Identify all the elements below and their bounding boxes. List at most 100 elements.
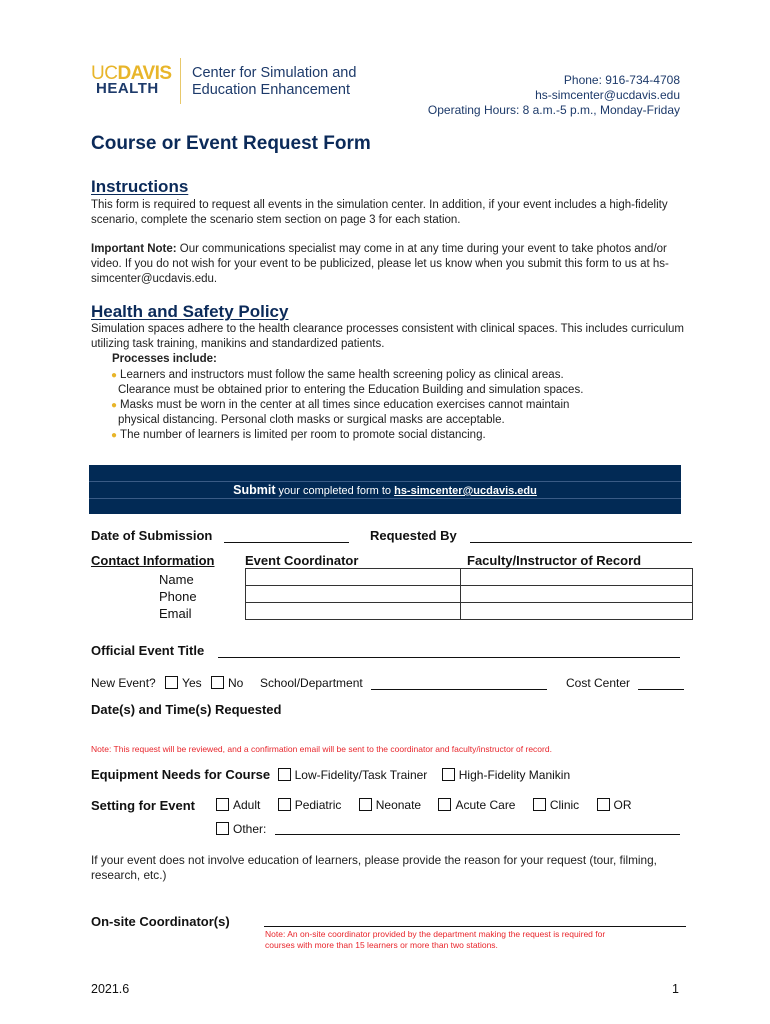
bullet-item: ● Learners and instructors must follow th… <box>111 368 711 383</box>
high-fidelity-label: High-Fidelity Manikin <box>458 768 571 782</box>
new-event-row: New Event? Yes No <box>91 676 243 690</box>
pediatric-label: Pediatric <box>294 798 342 812</box>
instructions-heading: Instructions <box>91 177 189 196</box>
submit-text: your completed form to <box>275 485 395 497</box>
other-checkbox[interactable] <box>216 822 229 835</box>
other-label: Other: <box>233 822 267 836</box>
school-department-field[interactable] <box>371 675 547 690</box>
policy-text: Simulation spaces adhere to the health c… <box>91 323 684 350</box>
requested-by-field[interactable] <box>470 528 692 543</box>
contact-block: Phone: 916-734-4708 hs-simcenter@ucdavis… <box>428 73 680 118</box>
important-note: Important Note: Our communications speci… <box>91 242 691 287</box>
table-row <box>245 585 693 603</box>
instructions-text: This form is required to request all eve… <box>91 199 668 226</box>
setting-label: Setting for Event <box>91 798 196 813</box>
faculty-instructor-label: Faculty/Instructor of Record <box>467 553 642 568</box>
bullet-icon: ● <box>111 370 118 381</box>
other-row: Other: <box>216 822 266 836</box>
equipment-row: Equipment Needs for Course Low-Fidelity/… <box>91 766 570 784</box>
onsite-note: Note: An on-site coordinator provided by… <box>265 929 605 951</box>
date-of-submission-label: Date of Submission <box>91 528 213 543</box>
review-note: Note: This request will be reviewed, and… <box>91 744 552 754</box>
no-label: No <box>227 676 244 690</box>
official-event-title-field[interactable] <box>218 643 680 658</box>
contact-hours: Operating Hours: 8 a.m.-5 p.m., Monday-F… <box>427 103 680 117</box>
or-label: OR <box>613 798 632 812</box>
contact-phone: Phone: 916-734-4708 <box>563 73 680 87</box>
contact-table <box>245 568 693 620</box>
onsite-coordinator-label: On-site Coordinator(s) <box>91 914 230 929</box>
pediatric-checkbox[interactable] <box>277 798 291 811</box>
page-number: 1 <box>672 982 679 996</box>
official-event-title-label: Official Event Title <box>91 643 205 658</box>
acute-care-checkbox[interactable] <box>438 798 452 811</box>
page-title: Course or Event Request Form <box>91 133 371 154</box>
high-fidelity-checkbox[interactable] <box>441 768 455 781</box>
or-checkbox[interactable] <box>596 798 610 811</box>
date-of-submission-field[interactable] <box>224 528 349 543</box>
logo-divider <box>180 58 181 104</box>
bullet-icon: ● <box>111 400 118 411</box>
faculty-phone-cell[interactable] <box>460 585 693 603</box>
clinic-checkbox[interactable] <box>532 798 546 811</box>
processes-label: Processes include: <box>112 353 217 365</box>
contact-email[interactable]: hs-simcenter@ucdavis.edu <box>428 88 680 103</box>
bullet-text: The number of learners is limited per ro… <box>120 429 486 441</box>
bullet-text: Masks must be worn in the center at all … <box>120 399 570 411</box>
center-name-line1: Center for Simulation and <box>192 65 357 81</box>
low-fidelity-label: Low-Fidelity/Task Trainer <box>294 768 428 782</box>
table-row <box>245 568 693 586</box>
bullet-item: ● Masks must be worn in the center at all… <box>111 398 711 413</box>
dates-times-label: Date(s) and Time(s) Requested <box>91 702 282 717</box>
school-department-label: School/Department <box>260 676 363 690</box>
table-row <box>245 602 693 620</box>
row-label-name: Name <box>159 572 194 587</box>
onsite-note-line1: Note: An on-site coordinator provided by… <box>265 929 606 939</box>
neonate-label: Neonate <box>375 798 422 812</box>
bullet-continuation: Clearance must be obtained prior to ente… <box>118 384 584 396</box>
bullet-item: ● The number of learners is limited per r… <box>111 428 711 443</box>
bullet-text: Learners and instructors must follow the… <box>120 369 564 381</box>
policy-bullets: ● Learners and instructors must follow th… <box>111 368 711 443</box>
low-fidelity-checkbox[interactable] <box>277 768 291 781</box>
submit-email-link[interactable]: hs-simcenter@ucdavis.edu <box>394 485 537 497</box>
adult-checkbox[interactable] <box>216 798 229 811</box>
non-education-text: If your event does not involve education… <box>91 853 657 882</box>
submit-label: Submit <box>233 483 276 497</box>
faculty-email-cell[interactable] <box>460 602 693 620</box>
coordinator-email-cell[interactable] <box>245 602 461 620</box>
onsite-coordinator-field[interactable] <box>264 912 686 927</box>
center-name-line2: Education Enhancement <box>192 82 350 98</box>
setting-options: Adult Pediatric Neonate Acute Care Clini… <box>216 798 632 812</box>
new-event-label: New Event? <box>91 676 156 690</box>
onsite-note-line2: courses with more than 15 learners or mo… <box>265 940 498 950</box>
submit-banner: Submit your completed form to hs-simcent… <box>89 465 681 514</box>
adult-label: Adult <box>233 798 261 812</box>
coordinator-phone-cell[interactable] <box>245 585 461 603</box>
other-field[interactable] <box>275 820 680 835</box>
clinic-label: Clinic <box>549 798 580 812</box>
footer-version: 2021.6 <box>91 982 130 996</box>
faculty-name-cell[interactable] <box>460 568 693 586</box>
requested-by-label: Requested By <box>370 528 457 543</box>
yes-label: Yes <box>182 676 202 690</box>
banner-line <box>89 481 681 482</box>
banner-line <box>89 498 681 499</box>
submit-banner-text: Submit your completed form to hs-simcent… <box>89 483 681 497</box>
row-label-email: Email <box>159 606 192 621</box>
important-note-label: Important Note: <box>91 243 177 255</box>
logo-health: HEALTH <box>96 80 159 97</box>
coordinator-name-cell[interactable] <box>245 568 461 586</box>
new-event-yes-checkbox[interactable] <box>165 676 179 689</box>
bullet-continuation: physical distancing. Personal cloth mask… <box>118 414 505 426</box>
contact-row-labels: Name Phone Email <box>159 571 197 622</box>
new-event-no-checkbox[interactable] <box>210 676 224 689</box>
cost-center-label: Cost Center <box>566 676 631 690</box>
event-coordinator-label: Event Coordinator <box>245 553 359 568</box>
policy-heading: Health and Safety Policy <box>91 302 289 321</box>
bullet-icon: ● <box>111 430 118 441</box>
row-label-phone: Phone <box>159 589 197 604</box>
contact-information-label: Contact Information <box>91 553 215 568</box>
neonate-checkbox[interactable] <box>358 798 372 811</box>
cost-center-field[interactable] <box>638 675 684 690</box>
